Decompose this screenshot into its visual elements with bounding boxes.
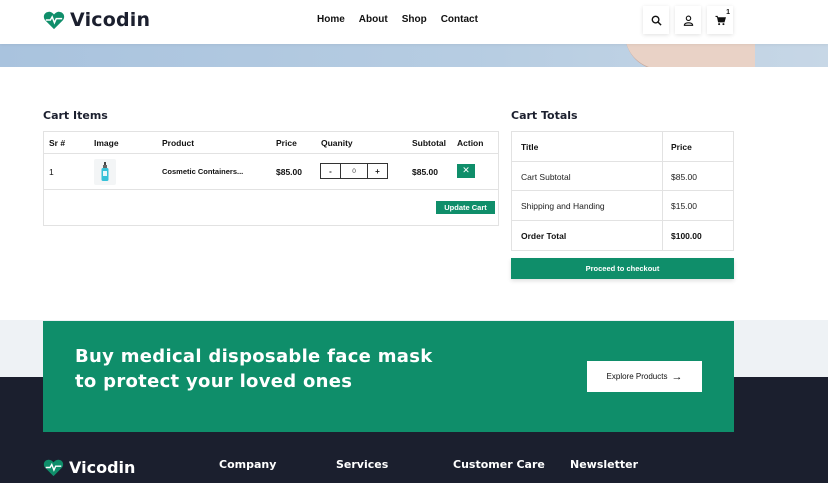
totals-header: Title Price — [512, 132, 733, 162]
totals-table: Title Price Cart Subtotal $85.00 Shippin… — [511, 131, 734, 251]
cart-button[interactable]: 1 — [707, 6, 733, 34]
footer-heading-customer-care: Customer Care — [453, 458, 545, 471]
search-icon — [651, 15, 662, 26]
update-cart-button[interactable]: Update Cart — [436, 201, 495, 214]
product-name[interactable]: Cosmetic Containers... — [162, 167, 243, 176]
cart-icon — [714, 15, 726, 25]
cart-table-footer: Update Cart — [44, 190, 498, 225]
explore-products-button[interactable]: Explore Products → — [587, 361, 702, 392]
close-icon: ✕ — [462, 166, 470, 176]
col-subtotal: Subtotal — [412, 138, 446, 148]
totals-label: Shipping and Handing — [521, 201, 605, 211]
heart-pulse-icon — [43, 11, 65, 30]
col-quantity: Quanity — [321, 138, 353, 148]
column-divider — [662, 191, 663, 220]
totals-row-shipping: Shipping and Handing $15.00 — [512, 191, 733, 221]
bottle-icon — [101, 162, 109, 181]
cta-heading-line2: to protect your loved ones — [75, 371, 353, 392]
cta-heading-line1: Buy medical disposable face mask — [75, 346, 433, 367]
col-product: Product — [162, 138, 195, 148]
column-divider — [662, 161, 663, 190]
product-image[interactable] — [94, 159, 116, 185]
footer-logo[interactable]: Vicodin — [43, 458, 135, 477]
totals-label: Order Total — [521, 230, 567, 241]
cart-count-badge: 1 — [726, 9, 730, 16]
footer-heading-newsletter: Newsletter — [570, 458, 639, 471]
nav-shop[interactable]: Shop — [402, 14, 427, 25]
increase-quantity-button[interactable]: + — [367, 163, 388, 179]
totals-col-price: Price — [671, 142, 692, 152]
quantity-input[interactable]: 0 — [341, 163, 367, 179]
cart-table: Sr # Image Product Price Quanity Subtota… — [43, 131, 499, 226]
nav-home[interactable]: Home — [317, 14, 345, 25]
banner-image — [625, 44, 755, 67]
quantity-stepper: - 0 + — [320, 163, 388, 179]
cart-items-title: Cart Items — [43, 109, 108, 122]
row-sr: 1 — [49, 167, 54, 177]
totals-value: $15.00 — [671, 201, 697, 211]
col-image: Image — [94, 138, 119, 148]
arrow-right-icon: → — [671, 370, 683, 383]
cta-banner: Buy medical disposable face mask to prot… — [43, 321, 734, 432]
cart-totals-title: Cart Totals — [511, 109, 578, 122]
product-price: $85.00 — [276, 167, 302, 177]
proceed-to-checkout-button[interactable]: Proceed to checkout — [511, 258, 734, 279]
col-action: Action — [457, 138, 484, 148]
nav-contact[interactable]: Contact — [441, 14, 478, 25]
footer-heading-company: Company — [219, 458, 277, 471]
explore-products-label: Explore Products — [606, 372, 668, 381]
user-icon — [683, 15, 693, 26]
col-sr: Sr # — [49, 138, 66, 148]
main-nav: Home About Shop Contact — [317, 14, 478, 25]
logo[interactable]: Vicodin — [43, 9, 150, 31]
remove-item-button[interactable]: ✕ — [457, 164, 475, 178]
site-header: Vicodin Home About Shop Contact 1 — [0, 0, 828, 44]
totals-value: $85.00 — [671, 171, 697, 182]
column-divider — [662, 220, 663, 250]
heart-pulse-icon — [43, 459, 64, 477]
totals-row-order-total: Order Total $100.00 — [512, 220, 733, 250]
decrease-quantity-button[interactable]: - — [320, 163, 341, 179]
totals-row-subtotal: Cart Subtotal $85.00 — [512, 161, 733, 191]
search-button[interactable] — [643, 6, 669, 34]
product-subtotal: $85.00 — [412, 167, 438, 177]
totals-value: $100.00 — [671, 230, 702, 241]
totals-col-title: Title — [521, 142, 539, 152]
footer-logo-text: Vicodin — [69, 458, 136, 477]
nav-about[interactable]: About — [359, 14, 388, 25]
account-button[interactable] — [675, 6, 701, 34]
cart-table-header: Sr # Image Product Price Quanity Subtota… — [44, 132, 498, 154]
col-price: Price — [276, 138, 297, 148]
totals-label: Cart Subtotal — [521, 171, 571, 182]
table-row: 1 Cosmetic Containers... $85.00 - 0 + $8… — [44, 154, 498, 190]
logo-text: Vicodin — [70, 9, 151, 31]
hero-banner — [0, 44, 828, 67]
column-divider — [662, 132, 663, 161]
footer-heading-services: Services — [336, 458, 389, 471]
